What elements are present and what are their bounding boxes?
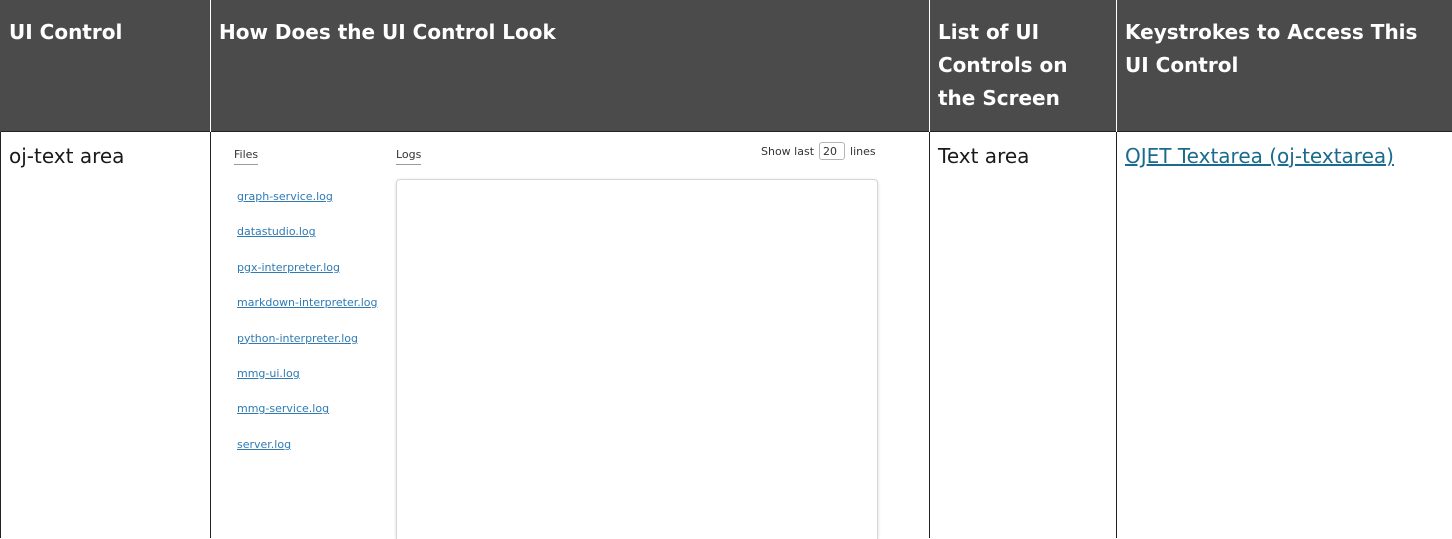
ojet-textarea-link[interactable]: OJET Textarea (oj-textarea) xyxy=(1125,144,1394,168)
file-link-mmg-service[interactable]: mmg-service.log xyxy=(237,402,329,415)
table-header-row: UI Control How Does the UI Control Look … xyxy=(1,0,1452,132)
log-viewer-screenshot: Files Logs Show last lines graph-service… xyxy=(217,140,917,530)
log-textarea[interactable] xyxy=(396,179,878,539)
list-item: server.log xyxy=(237,438,378,473)
file-link-datastudio[interactable]: datastudio.log xyxy=(237,225,316,238)
file-link-python-interpreter[interactable]: python-interpreter.log xyxy=(237,332,358,345)
table-row: oj-text area Files Logs Show last lines … xyxy=(1,132,1452,538)
list-item: pgx-interpreter.log xyxy=(237,261,378,296)
ui-control-table: UI Control How Does the UI Control Look … xyxy=(0,0,1452,538)
header-how-it-looks: How Does the UI Control Look xyxy=(211,0,930,132)
list-item: python-interpreter.log xyxy=(237,332,378,367)
files-label: Files xyxy=(234,148,258,165)
header-keystrokes: Keystrokes to Access This UI Control xyxy=(1117,0,1452,132)
list-item: graph-service.log xyxy=(237,190,378,225)
list-item: markdown-interpreter.log xyxy=(237,296,378,331)
cell-controls-list: Text area xyxy=(930,132,1117,538)
file-link-markdown-interpreter[interactable]: markdown-interpreter.log xyxy=(237,296,378,309)
header-controls-list: List of UI Controls on the Screen xyxy=(930,0,1117,132)
file-link-pgx-interpreter[interactable]: pgx-interpreter.log xyxy=(237,261,340,274)
list-item: mmg-service.log xyxy=(237,402,378,437)
cell-screenshot: Files Logs Show last lines graph-service… xyxy=(211,132,930,538)
show-last-control: Show last lines xyxy=(761,142,876,160)
header-ui-control: UI Control xyxy=(1,0,211,132)
file-link-graph-service[interactable]: graph-service.log xyxy=(237,190,333,203)
cell-keystrokes: OJET Textarea (oj-textarea) xyxy=(1117,132,1452,538)
logs-label: Logs xyxy=(396,148,421,165)
show-last-label: Show last xyxy=(761,145,814,158)
lines-label: lines xyxy=(850,145,876,158)
list-item: mmg-ui.log xyxy=(237,367,378,402)
file-list: graph-service.log datastudio.log pgx-int… xyxy=(237,190,378,473)
file-link-mmg-ui[interactable]: mmg-ui.log xyxy=(237,367,300,380)
lines-count-input[interactable] xyxy=(819,142,845,160)
file-link-server[interactable]: server.log xyxy=(237,438,291,451)
cell-control-name: oj-text area xyxy=(1,132,211,538)
list-item: datastudio.log xyxy=(237,225,378,260)
